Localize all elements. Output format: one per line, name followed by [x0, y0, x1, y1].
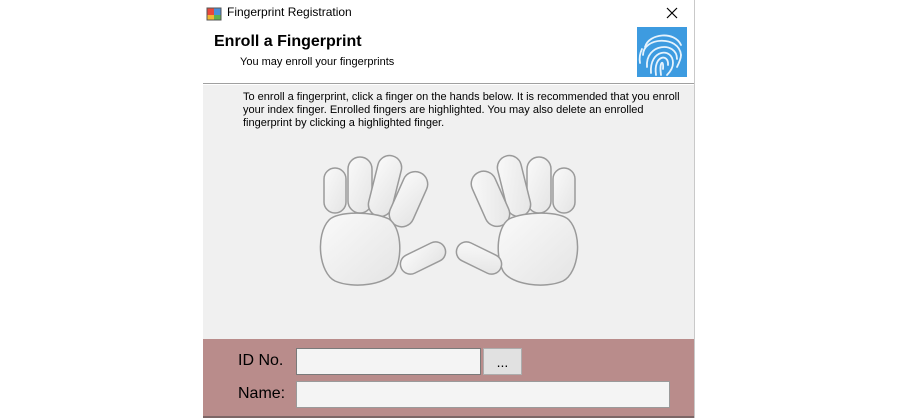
name-label: Name:	[238, 385, 286, 402]
left-thumb[interactable]	[397, 238, 449, 277]
instructions-text: To enroll a fingerprint, click a finger …	[243, 91, 680, 129]
page-subtitle: You may enroll your fingerprints	[240, 56, 395, 68]
left-palm[interactable]	[319, 212, 401, 286]
fingerprint-icon	[637, 27, 687, 77]
fingerprint-registration-window: Fingerprint Registration Enroll a Finger…	[203, 0, 695, 418]
left-little-finger[interactable]	[323, 167, 347, 214]
page-title: Enroll a Fingerprint	[214, 33, 362, 50]
title-bar[interactable]: Fingerprint Registration	[203, 0, 694, 25]
right-palm[interactable]	[497, 212, 579, 286]
content-panel: To enroll a fingerprint, click a finger …	[203, 85, 694, 339]
wizard-header: Enroll a Fingerprint You may enroll your…	[203, 25, 694, 83]
id-input[interactable]	[296, 348, 481, 375]
close-button[interactable]	[649, 0, 694, 25]
right-thumb[interactable]	[453, 238, 505, 277]
user-info-panel: ID No. ... Name:	[203, 339, 694, 418]
window-title: Fingerprint Registration	[227, 5, 352, 19]
name-input[interactable]	[296, 381, 670, 408]
right-little-finger[interactable]	[552, 167, 576, 214]
id-label: ID No.	[238, 352, 284, 369]
app-icon	[206, 7, 222, 21]
close-icon	[666, 7, 678, 18]
browse-id-button[interactable]: ...	[483, 348, 522, 375]
